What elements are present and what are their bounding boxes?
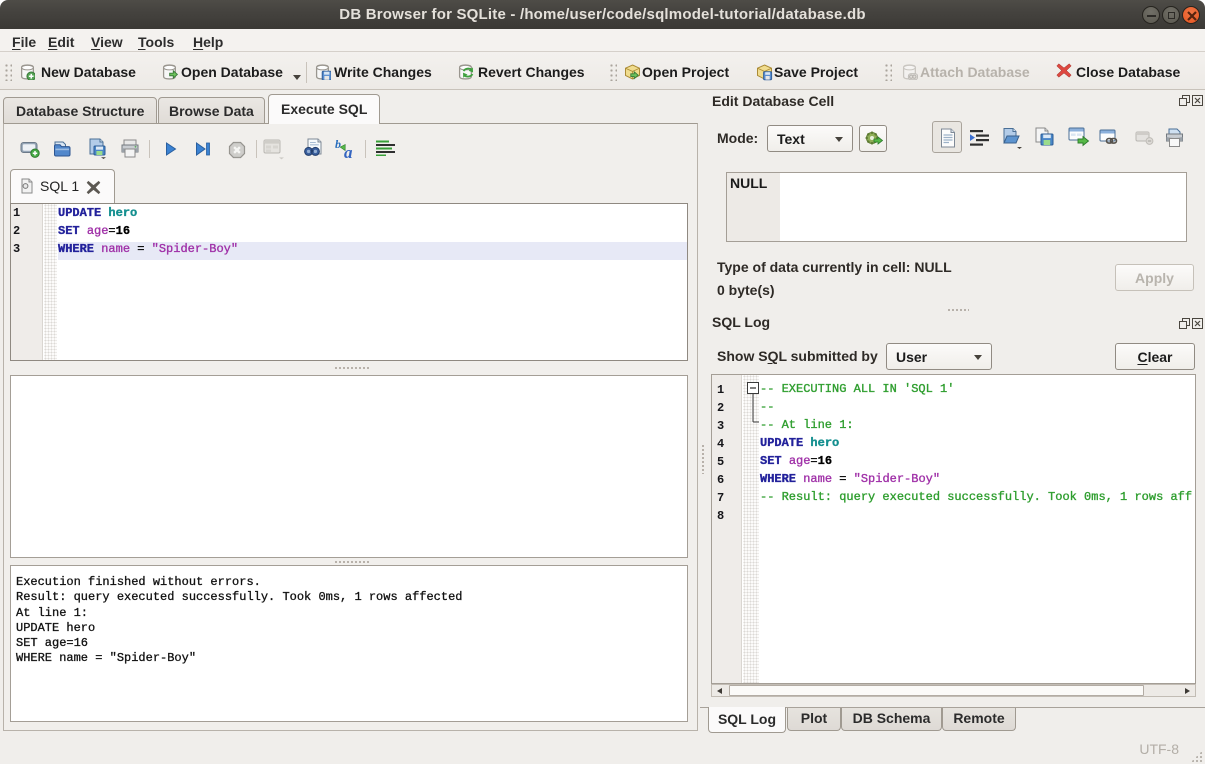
svg-text:b: b — [335, 137, 341, 151]
